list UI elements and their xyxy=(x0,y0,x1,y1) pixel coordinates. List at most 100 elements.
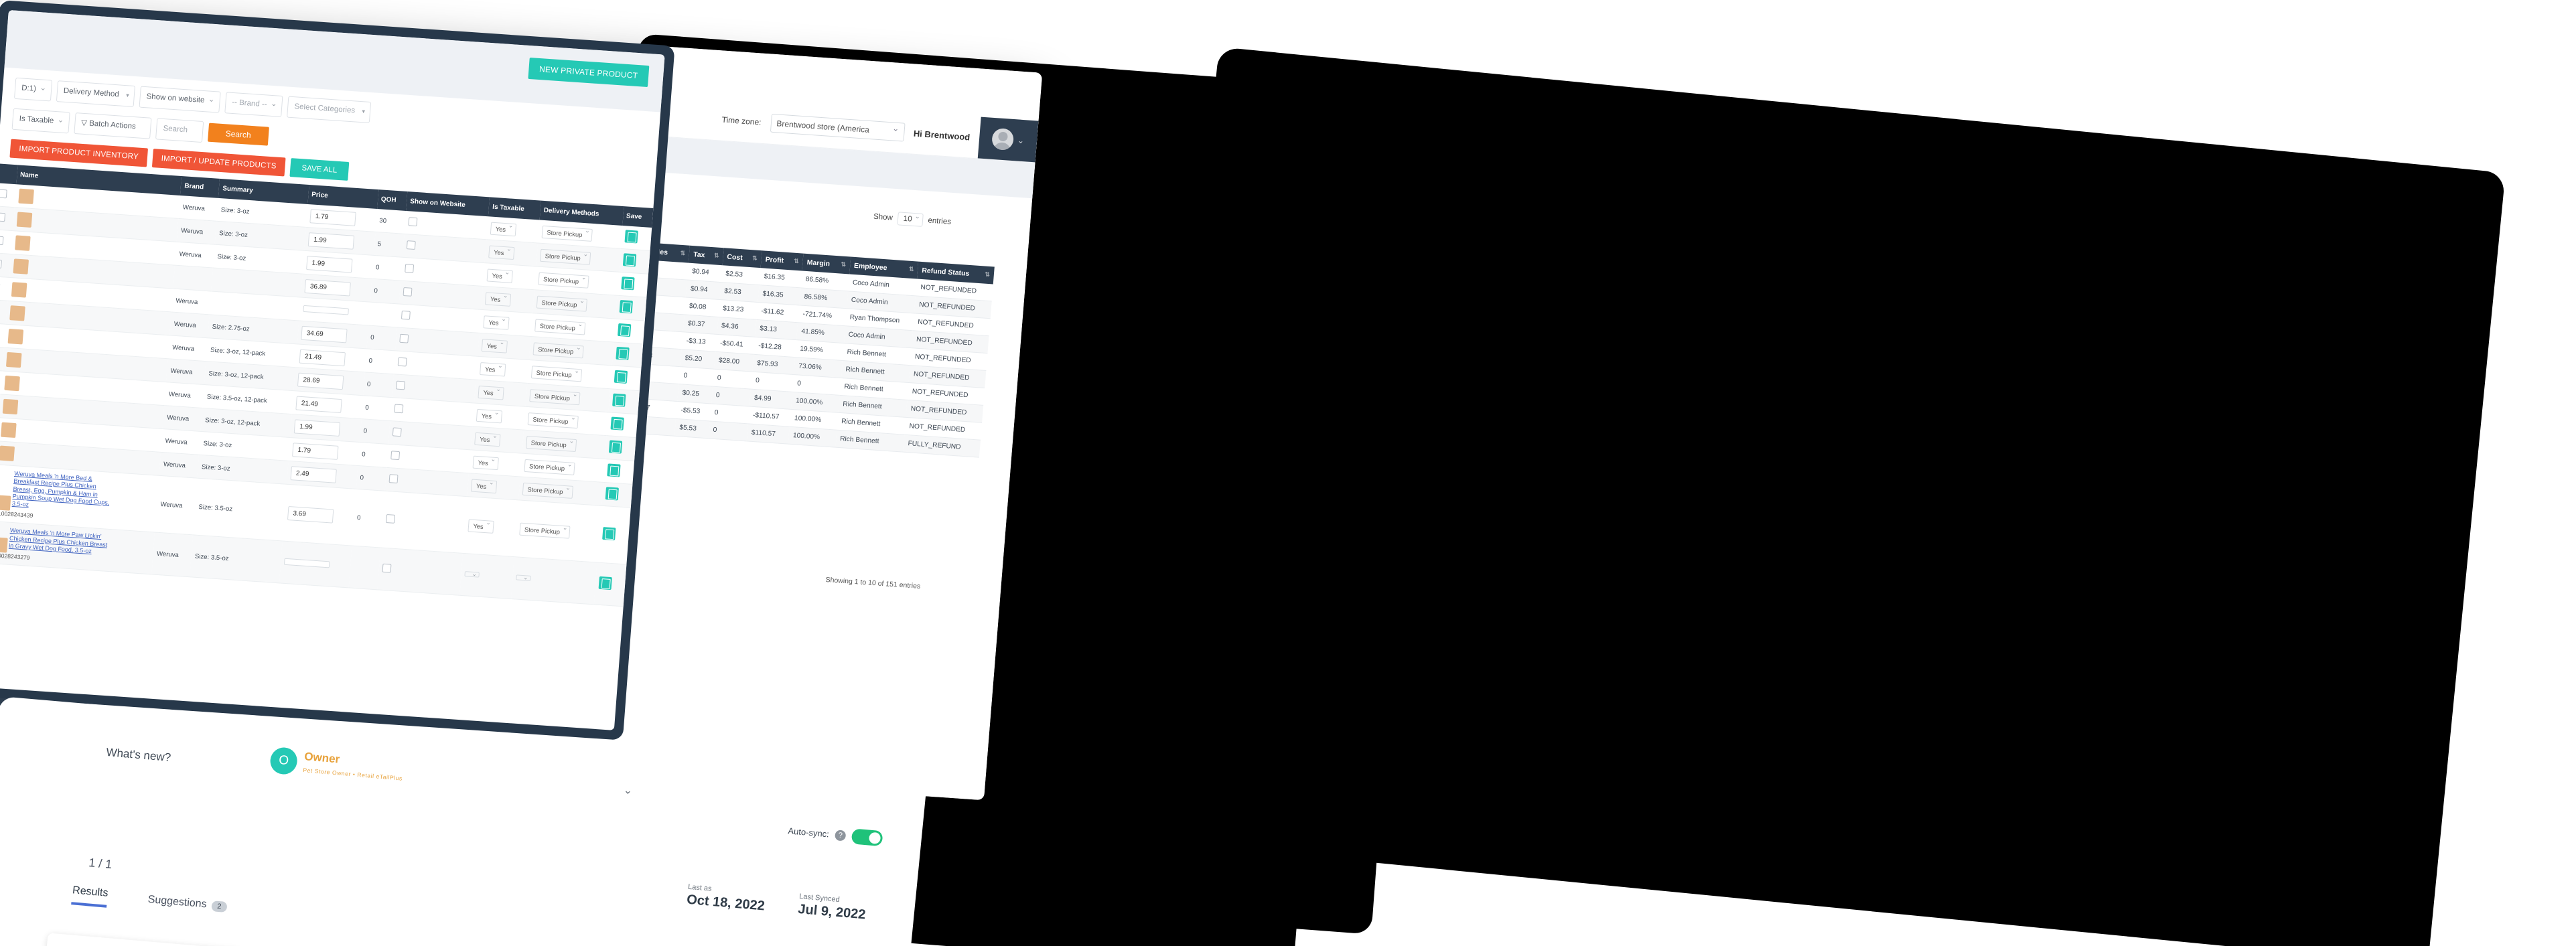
product-taxable-cell[interactable]: Yes xyxy=(478,333,531,360)
save-row-button[interactable] xyxy=(601,527,616,541)
show-on-website-checkbox[interactable] xyxy=(397,357,407,367)
product-save-cell[interactable] xyxy=(610,365,642,391)
delivery-method-select[interactable]: Store Pickup xyxy=(519,522,571,539)
product-name-link[interactable]: Weruva Meals 'n More Paw Lickin' Chicken… xyxy=(9,527,111,556)
product-save-cell[interactable] xyxy=(612,341,644,368)
column-header-cost[interactable]: Cost ⇅ xyxy=(722,248,762,268)
product-delivery-cell[interactable] xyxy=(511,557,597,605)
product-column-qoh[interactable]: QOH xyxy=(376,189,408,211)
save-row-button[interactable] xyxy=(617,323,631,337)
show-on-website-checkbox[interactable] xyxy=(390,451,401,461)
product-name-cell[interactable]: Weruva Meals 'n More Bed & Breakfast Rec… xyxy=(0,464,159,533)
show-on-website-checkbox[interactable] xyxy=(405,264,415,273)
show-on-website-checkbox[interactable] xyxy=(394,404,404,414)
import-update-products-button[interactable]: IMPORT / UPDATE PRODUCTS xyxy=(151,149,286,177)
price-input[interactable]: 34.69 xyxy=(300,325,348,343)
price-input[interactable]: 1.79 xyxy=(309,208,356,226)
price-input[interactable]: 2.49 xyxy=(290,465,337,483)
is-taxable-select[interactable]: Yes xyxy=(486,268,513,283)
show-on-website-checkbox[interactable] xyxy=(408,217,418,227)
is-taxable-select[interactable]: Yes xyxy=(468,519,494,534)
save-row-button[interactable] xyxy=(620,277,635,291)
chevron-down-icon[interactable]: ⌄ xyxy=(623,783,633,797)
product-price-cell[interactable]: 3.69 xyxy=(282,484,356,546)
whats-new-link[interactable]: What's new? xyxy=(106,746,171,765)
is-taxable-select[interactable]: Yes xyxy=(471,479,497,493)
product-save-cell[interactable] xyxy=(606,412,638,438)
row-checkbox[interactable] xyxy=(0,189,7,199)
product-column-select[interactable] xyxy=(0,163,18,185)
delivery-method-select[interactable]: Store Pickup xyxy=(522,482,574,499)
delivery-method-select[interactable]: Store Pickup xyxy=(526,435,577,452)
product-column-save[interactable]: Save xyxy=(622,206,654,228)
product-save-cell[interactable] xyxy=(603,459,635,485)
price-input[interactable]: 1.99 xyxy=(293,418,340,437)
row-select-cell[interactable] xyxy=(0,183,17,208)
show-on-website-checkbox[interactable] xyxy=(396,380,406,390)
product-column-brand[interactable]: Brand xyxy=(180,176,220,198)
delivery-method-select[interactable]: Store Pickup xyxy=(540,248,591,265)
save-row-button[interactable] xyxy=(598,576,612,590)
tab-results[interactable]: Results xyxy=(71,884,109,908)
product-taxable-cell[interactable]: Yes xyxy=(481,286,534,313)
product-taxable-cell[interactable]: Yes xyxy=(486,216,540,243)
question-icon[interactable]: ? xyxy=(834,829,847,842)
show-on-website-checkbox[interactable] xyxy=(406,240,416,250)
new-private-product-button[interactable]: NEW PRIVATE PRODUCT xyxy=(528,57,650,88)
import-product-inventory-button[interactable]: IMPORT PRODUCT INVENTORY xyxy=(9,139,148,167)
product-show-cell[interactable] xyxy=(380,491,468,554)
save-row-button[interactable] xyxy=(610,416,624,430)
save-row-button[interactable] xyxy=(624,230,638,244)
catalog-search-input[interactable]: Search xyxy=(155,118,204,143)
entries-select[interactable]: 10 xyxy=(897,212,924,227)
product-taxable-cell[interactable]: Yes xyxy=(472,403,526,430)
delivery-method-select[interactable]: Store Pickup xyxy=(527,412,579,428)
product-taxable-cell[interactable]: Yes xyxy=(469,449,522,477)
row-checkbox[interactable] xyxy=(0,259,2,269)
row-checkbox[interactable] xyxy=(0,212,6,222)
show-on-website-checkbox[interactable] xyxy=(392,427,402,437)
product-taxable-cell[interactable]: Yes xyxy=(470,426,524,454)
show-on-website-checkbox[interactable] xyxy=(386,514,396,524)
save-row-button[interactable] xyxy=(614,370,628,384)
store-filter[interactable]: D:1) xyxy=(13,77,52,102)
product-save-cell[interactable] xyxy=(607,388,640,414)
product-save-cell[interactable] xyxy=(618,248,650,274)
is-taxable-select[interactable]: Yes xyxy=(474,432,501,447)
product-delivery-cell[interactable]: Store Pickup xyxy=(514,499,601,563)
product-taxable-cell[interactable]: Yes xyxy=(484,239,539,266)
price-input[interactable]: 1.79 xyxy=(291,442,339,460)
is-taxable-select[interactable]: Yes xyxy=(480,362,506,377)
is-taxable-select[interactable]: Yes xyxy=(476,408,502,423)
price-input[interactable]: 21.49 xyxy=(299,349,346,366)
delivery-method-select[interactable] xyxy=(516,574,531,581)
product-save-cell[interactable] xyxy=(601,482,633,508)
save-row-button[interactable] xyxy=(615,346,630,361)
price-input[interactable]: 1.99 xyxy=(305,255,353,273)
product-save-cell[interactable] xyxy=(620,225,652,251)
save-row-button[interactable] xyxy=(619,299,633,314)
price-input[interactable]: 28.69 xyxy=(297,372,344,390)
product-show-cell[interactable] xyxy=(377,548,463,596)
delivery-method-select[interactable]: Store Pickup xyxy=(541,225,593,242)
price-input[interactable]: 21.49 xyxy=(295,395,342,413)
product-taxable-cell[interactable]: Yes xyxy=(474,380,528,407)
save-row-button[interactable] xyxy=(612,393,626,407)
delivery-method-select[interactable]: Store Pickup xyxy=(538,272,589,289)
product-save-cell[interactable] xyxy=(604,435,636,461)
show-on-website-checkbox[interactable] xyxy=(388,474,399,484)
price-input[interactable] xyxy=(303,305,349,315)
is-taxable-select[interactable]: Yes xyxy=(488,245,515,260)
save-row-button[interactable] xyxy=(622,253,636,267)
user-menu[interactable]: ⌄ xyxy=(977,116,1039,163)
is-taxable-select[interactable]: Yes xyxy=(478,385,504,400)
product-save-cell[interactable] xyxy=(597,505,631,565)
product-taxable-cell[interactable]: Yes xyxy=(476,356,529,384)
auto-sync-toggle[interactable] xyxy=(851,828,883,847)
show-on-website-checkbox[interactable] xyxy=(403,287,413,297)
brand-filter[interactable]: -- Brand -- xyxy=(224,92,283,117)
product-name-link[interactable]: Weruva Meals 'n More Bed & Breakfast Rec… xyxy=(11,470,115,514)
product-save-cell[interactable] xyxy=(593,562,627,607)
show-on-website-checkbox[interactable] xyxy=(399,333,409,343)
price-input[interactable]: 1.99 xyxy=(307,232,354,250)
